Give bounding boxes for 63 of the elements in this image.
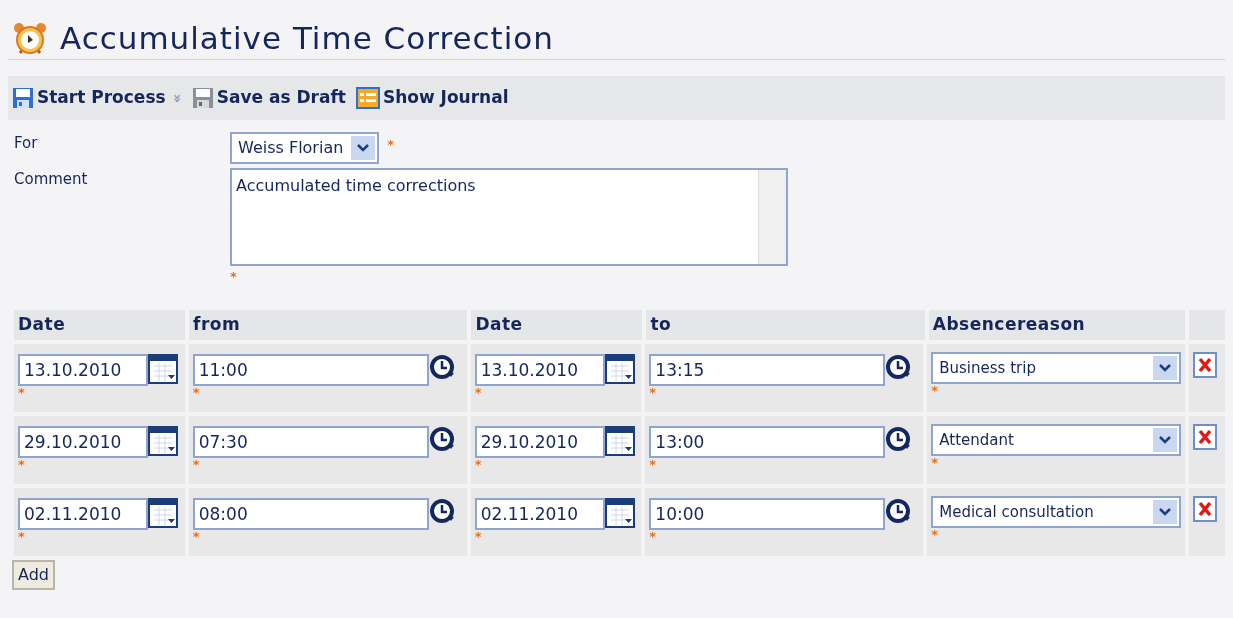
text-field[interactable]: 10:00 <box>649 498 886 530</box>
field-label: For <box>14 133 39 154</box>
column-header: Date <box>14 310 185 340</box>
delete-icon[interactable] <box>1193 424 1218 450</box>
text-field[interactable]: 08:00 <box>192 498 429 530</box>
text-field[interactable]: 13.10.2010 <box>474 354 605 386</box>
required-mark: * <box>18 458 26 472</box>
toolbar-button[interactable]: Show Journal <box>355 85 509 111</box>
required-mark: * <box>474 386 483 400</box>
scrollbar[interactable] <box>758 170 786 264</box>
reason-dropdown[interactable]: Medical consultation <box>931 496 1182 528</box>
calendar-icon[interactable] <box>148 426 178 456</box>
required-mark: * <box>387 138 395 152</box>
add-button[interactable]: Add <box>12 560 55 590</box>
text-field[interactable]: 02.11.2010 <box>474 498 605 530</box>
column-header: Absencereason <box>928 310 1186 340</box>
required-mark: * <box>192 386 201 400</box>
calendar-icon[interactable] <box>604 498 635 528</box>
toolbar-button[interactable]: Save as Draft <box>191 85 346 111</box>
clock-icon[interactable] <box>885 498 912 524</box>
clock-icon[interactable] <box>428 426 455 452</box>
text-field[interactable]: 11:00 <box>192 354 429 386</box>
text-field[interactable]: 29.10.2010 <box>474 426 605 458</box>
text-field[interactable]: 13:00 <box>649 426 886 458</box>
comment-field[interactable]: Accumulated time corrections <box>230 168 788 266</box>
required-mark: * <box>192 458 201 472</box>
clock-icon[interactable] <box>428 498 455 524</box>
reason-dropdown[interactable]: Business trip <box>931 352 1182 384</box>
alarm-clock-icon <box>12 20 48 57</box>
text-field[interactable]: 13.10.2010 <box>18 354 148 386</box>
text-field[interactable]: 29.10.2010 <box>18 426 148 458</box>
clock-icon[interactable] <box>885 354 912 380</box>
clock-icon[interactable] <box>885 426 912 452</box>
required-mark: * <box>931 384 940 398</box>
text-field[interactable]: 13:15 <box>649 354 886 386</box>
clock-icon[interactable] <box>428 354 455 380</box>
reason-dropdown[interactable]: Attendant <box>931 424 1182 456</box>
text-field[interactable]: 07:30 <box>192 426 429 458</box>
calendar-icon[interactable] <box>148 354 178 384</box>
required-mark: * <box>931 456 940 470</box>
calendar-icon[interactable] <box>604 354 635 384</box>
required-mark: * <box>18 386 26 400</box>
column-header: Date <box>471 310 643 340</box>
required-mark: * <box>18 530 26 544</box>
required-mark: * <box>474 458 483 472</box>
page-title: Accumulative Time Correction <box>60 23 554 54</box>
field-label: Comment <box>14 169 89 190</box>
required-mark: * <box>649 458 658 472</box>
required-mark: * <box>931 528 940 542</box>
column-header: from <box>189 310 468 340</box>
person-dropdown[interactable]: Weiss Florian <box>230 132 380 164</box>
required-mark: * <box>649 386 658 400</box>
journal-icon <box>355 87 380 109</box>
required-mark: * <box>474 530 483 544</box>
required-mark: * <box>192 530 201 544</box>
text-field[interactable]: 02.11.2010 <box>18 498 148 530</box>
required-mark: * <box>649 530 658 544</box>
calendar-icon[interactable] <box>604 426 635 456</box>
delete-icon[interactable] <box>1193 496 1218 522</box>
column-header: to <box>646 310 925 340</box>
delete-icon[interactable] <box>1193 352 1218 378</box>
calendar-icon[interactable] <box>148 498 178 528</box>
required-mark: * <box>230 270 238 284</box>
